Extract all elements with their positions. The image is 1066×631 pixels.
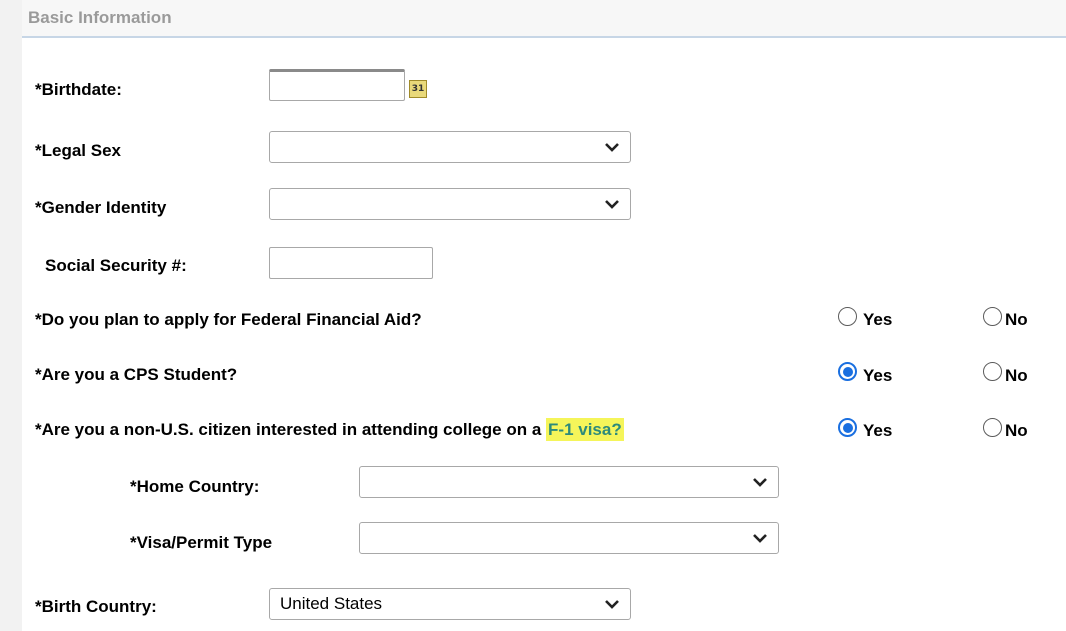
section-title: Basic Information bbox=[28, 8, 172, 27]
f1-visa-yes-label: Yes bbox=[863, 421, 893, 440]
f1-visa-question: *Are you a non-U.S. citizen interested i… bbox=[35, 418, 624, 441]
cps-student-no-radio[interactable] bbox=[983, 362, 1002, 381]
birth-country-select[interactable]: United States bbox=[269, 588, 631, 620]
chevron-down-icon bbox=[605, 600, 619, 609]
chevron-down-icon bbox=[753, 478, 767, 487]
cps-student-question: *Are you a CPS Student? bbox=[35, 365, 238, 384]
gender-identity-label: *Gender Identity bbox=[35, 198, 167, 217]
calendar-icon-text: 31 bbox=[411, 84, 425, 94]
section-header: Basic Information bbox=[22, 0, 1066, 38]
f1-visa-highlight: F-1 visa? bbox=[546, 418, 624, 441]
cps-student-no-label: No bbox=[1005, 366, 1028, 385]
financial-aid-question: *Do you plan to apply for Federal Financ… bbox=[35, 310, 422, 329]
home-country-select[interactable] bbox=[359, 466, 779, 498]
cps-student-yes-radio[interactable] bbox=[838, 362, 857, 381]
f1-visa-no-radio[interactable] bbox=[983, 418, 1002, 437]
visa-type-label: *Visa/Permit Type bbox=[130, 533, 273, 552]
calendar-icon[interactable]: 31 bbox=[409, 80, 427, 98]
legal-sex-label: *Legal Sex bbox=[35, 141, 121, 160]
legal-sex-select[interactable] bbox=[269, 131, 631, 163]
f1-visa-question-text: *Are you a non-U.S. citizen interested i… bbox=[35, 420, 547, 439]
financial-aid-no-label: No bbox=[1005, 310, 1028, 329]
cps-student-yes-label: Yes bbox=[863, 366, 893, 385]
financial-aid-no-radio[interactable] bbox=[983, 307, 1002, 326]
chevron-down-icon bbox=[605, 200, 619, 209]
birth-country-label: *Birth Country: bbox=[35, 597, 157, 616]
ssn-label: Social Security #: bbox=[45, 256, 187, 275]
financial-aid-yes-label: Yes bbox=[863, 310, 893, 329]
birthdate-label: *Birthdate: bbox=[35, 80, 122, 99]
left-margin-strip bbox=[0, 0, 22, 631]
birthdate-input[interactable] bbox=[269, 69, 405, 101]
gender-identity-select[interactable] bbox=[269, 188, 631, 220]
birth-country-value: United States bbox=[280, 594, 383, 613]
home-country-label: *Home Country: bbox=[130, 477, 260, 496]
financial-aid-yes-radio[interactable] bbox=[838, 307, 857, 326]
f1-visa-no-label: No bbox=[1005, 421, 1028, 440]
chevron-down-icon bbox=[605, 143, 619, 152]
visa-type-select[interactable] bbox=[359, 522, 779, 554]
f1-visa-yes-radio[interactable] bbox=[838, 418, 857, 437]
chevron-down-icon bbox=[753, 534, 767, 543]
ssn-input[interactable] bbox=[269, 247, 433, 279]
